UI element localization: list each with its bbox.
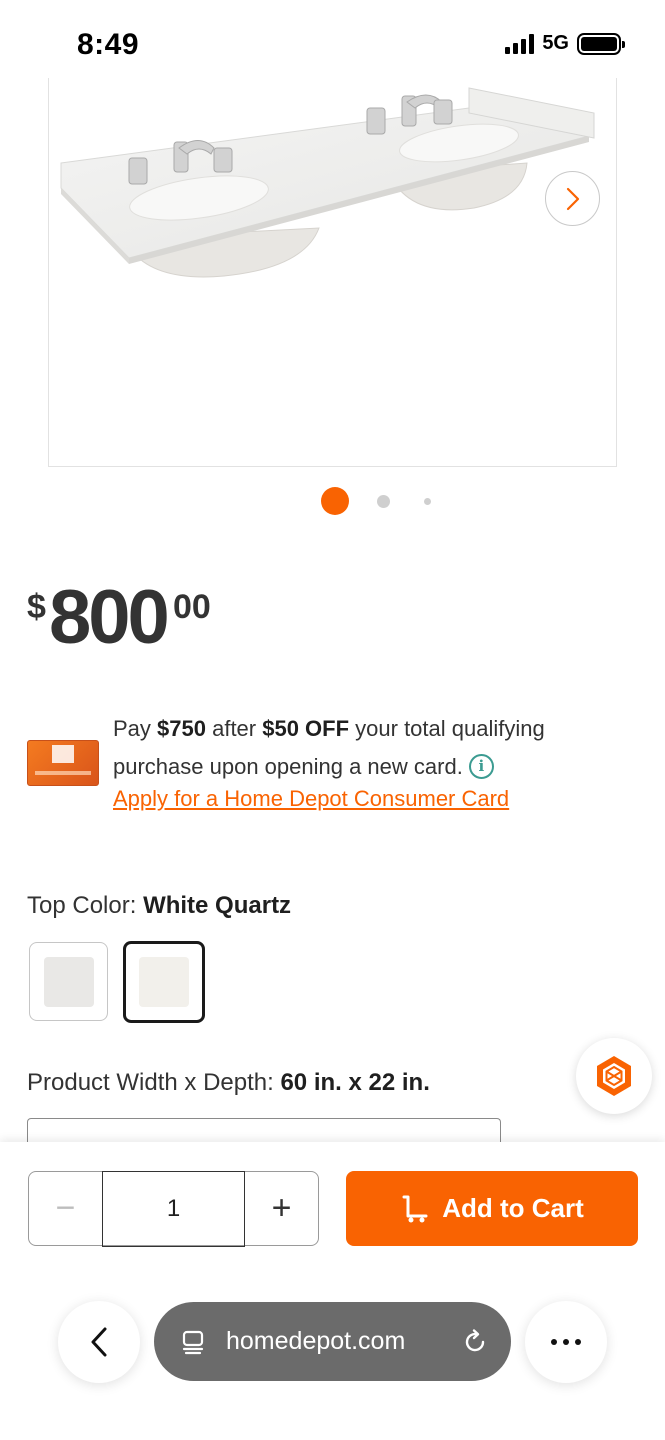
product-image[interactable]	[48, 78, 617, 467]
offer-amount: $750	[157, 716, 206, 741]
apply-card-link[interactable]: Apply for a Home Depot Consumer Card	[113, 786, 509, 812]
signal-icon	[505, 33, 535, 54]
network-label: 5G	[542, 32, 569, 54]
next-image-button[interactable]	[545, 171, 600, 226]
dolly-cart-icon	[402, 1195, 428, 1222]
chevron-left-icon	[91, 1327, 107, 1357]
price-dollars: 800	[49, 575, 170, 660]
assistant-hexagon-icon	[597, 1056, 631, 1096]
reload-icon[interactable]	[461, 1328, 489, 1356]
page-menu-icon[interactable]	[180, 1329, 206, 1355]
swatch-light-gray[interactable]	[29, 942, 108, 1021]
more-icon	[551, 1339, 557, 1345]
carousel-dots	[0, 487, 665, 515]
double-vanity-top-image	[60, 87, 595, 278]
url-text: homedepot.com	[226, 1327, 406, 1355]
info-icon[interactable]: i	[468, 753, 494, 779]
carousel-dot[interactable]	[377, 495, 390, 508]
price-cents: 00	[173, 588, 211, 626]
swatch-white-quartz[interactable]	[123, 941, 205, 1023]
status-bar: 8:49 5G	[0, 0, 665, 88]
status-time: 8:49	[77, 28, 140, 61]
carousel-dot[interactable]	[424, 498, 431, 505]
dimension-label: Product Width x Depth: 60 in. x 22 in.	[27, 1069, 430, 1096]
credit-offer-text: Pay $750 after $50 OFF your total qualif…	[113, 716, 545, 779]
quantity-stepper: − 1 +	[28, 1170, 319, 1247]
status-indicators: 5G	[505, 32, 625, 55]
more-options-button[interactable]	[525, 1301, 607, 1383]
price-currency: $	[27, 588, 46, 626]
carousel-dot-active[interactable]	[321, 487, 349, 515]
address-bar[interactable]: homedepot.com	[154, 1302, 511, 1381]
top-color-label: Top Color: White Quartz	[27, 892, 292, 919]
quantity-input[interactable]: 1	[102, 1170, 245, 1247]
battery-icon	[577, 32, 625, 55]
credit-card-image	[27, 740, 99, 786]
chat-assistant-button[interactable]	[576, 1038, 652, 1114]
dimension-value: 60 in. x 22 in.	[280, 1069, 430, 1096]
offer-discount: $50 OFF	[262, 716, 350, 741]
browser-back-button[interactable]	[58, 1301, 140, 1383]
add-to-cart-button[interactable]: Add to Cart	[346, 1171, 638, 1246]
add-to-cart-label: Add to Cart	[442, 1193, 584, 1223]
quantity-increase-button[interactable]: +	[245, 1172, 318, 1245]
top-color-value: White Quartz	[143, 892, 292, 919]
chevron-right-icon	[566, 187, 579, 210]
quantity-decrease-button[interactable]: −	[29, 1172, 102, 1245]
